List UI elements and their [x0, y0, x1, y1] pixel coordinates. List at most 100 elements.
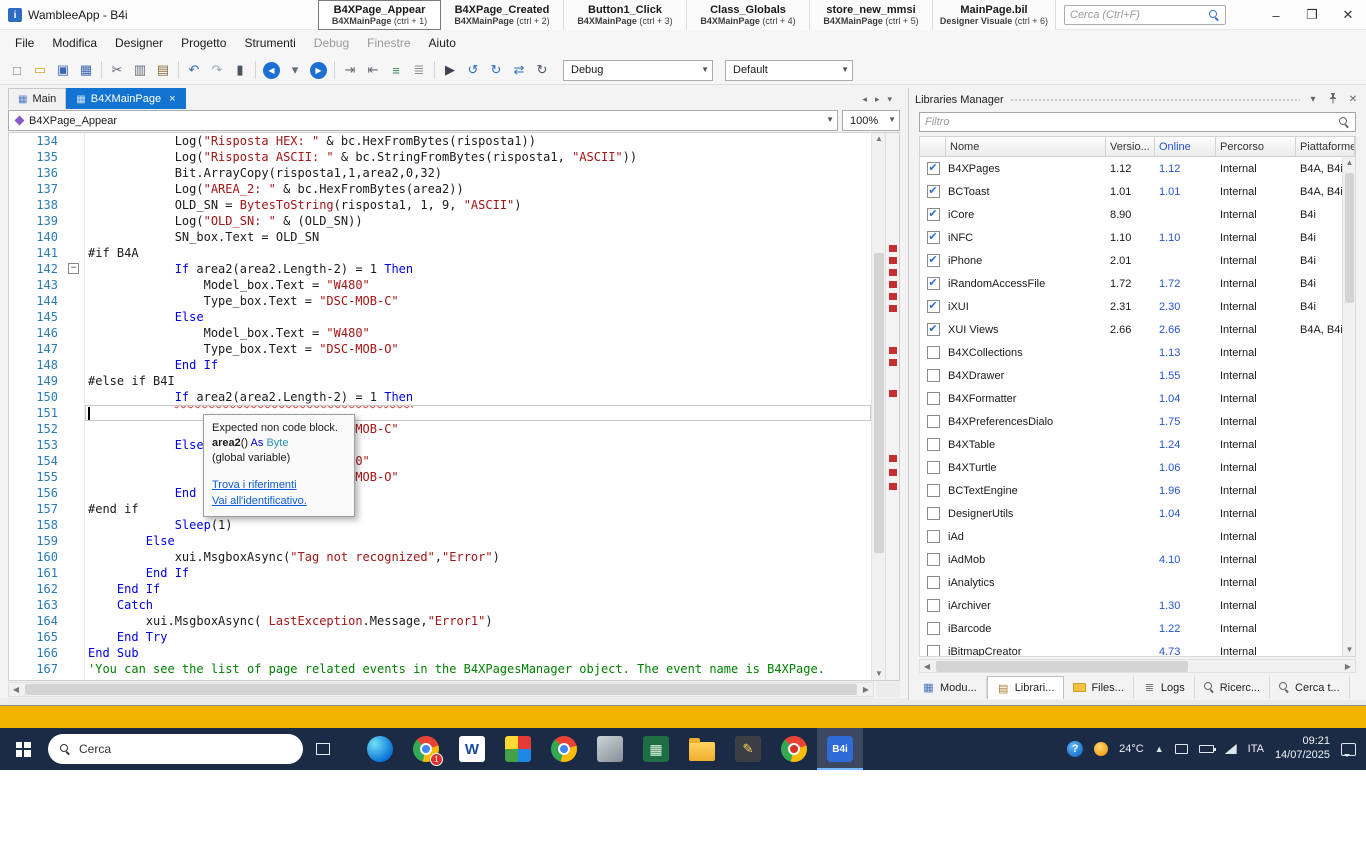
- library-row[interactable]: ✔iXUI2.312.30InternalB4i: [920, 295, 1355, 318]
- module-tab-main[interactable]: ▦Main: [8, 88, 66, 109]
- code-line-149[interactable]: 149#else if B4I: [9, 373, 871, 389]
- chrome-icon[interactable]: [541, 728, 587, 770]
- chevron-up-icon[interactable]: ▲: [1155, 744, 1164, 754]
- library-checkbox[interactable]: [927, 461, 940, 474]
- weather-icon[interactable]: [1094, 742, 1108, 756]
- doc-tab-0[interactable]: B4XPage_AppearB4XMainPage (ctrl + 1): [318, 0, 441, 30]
- library-checkbox[interactable]: [927, 369, 940, 382]
- error-marker[interactable]: [889, 305, 897, 312]
- go-to-identifier-link[interactable]: Vai all'identificativo.: [212, 494, 346, 509]
- scroll-up-icon[interactable]: ▲: [1343, 157, 1356, 169]
- code-line-165[interactable]: 165 End Try: [9, 629, 871, 645]
- library-checkbox[interactable]: [927, 346, 940, 359]
- code-line-147[interactable]: 147 Type_box.Text = "DSC-MOB-O": [9, 341, 871, 357]
- code-line-168[interactable]: 168: [9, 677, 871, 680]
- file-explorer-icon[interactable]: [679, 728, 725, 770]
- close-panel-icon[interactable]: ✕: [1346, 94, 1360, 105]
- scroll-left-icon[interactable]: ◀: [9, 685, 23, 694]
- display-icon[interactable]: [1175, 744, 1188, 754]
- error-marker[interactable]: [889, 347, 897, 354]
- library-row[interactable]: ✔XUI Views2.662.66InternalB4A, B4i, B4: [920, 318, 1355, 341]
- rebuild-icon[interactable]: ↺: [462, 59, 484, 81]
- open-icon[interactable]: ▭: [29, 59, 51, 81]
- error-marker[interactable]: [889, 469, 897, 476]
- back-menu-icon[interactable]: ▾: [284, 59, 306, 81]
- undo-icon[interactable]: ↶: [183, 59, 205, 81]
- code-line-158[interactable]: 158 Sleep(1): [9, 517, 871, 533]
- code-line-161[interactable]: 161 End If: [9, 565, 871, 581]
- task-view-button[interactable]: [303, 728, 343, 770]
- column-header-nome[interactable]: Nome: [946, 137, 1106, 156]
- code-line-140[interactable]: 140 SN_box.Text = OLD_SN: [9, 229, 871, 245]
- error-marker[interactable]: [889, 390, 897, 397]
- tab-list-icon[interactable]: ▾: [887, 94, 892, 105]
- library-checkbox[interactable]: ✔: [927, 231, 940, 244]
- language-indicator[interactable]: ITA: [1248, 743, 1264, 755]
- comment-icon[interactable]: ≡: [385, 59, 407, 81]
- library-row[interactable]: iAdInternal: [920, 525, 1355, 548]
- library-row[interactable]: iBarcode1.22Internal: [920, 617, 1355, 640]
- build-mode-select[interactable]: Debug ▼: [563, 60, 713, 81]
- library-row[interactable]: B4XTable1.24Internal: [920, 433, 1355, 456]
- close-tab-icon[interactable]: ×: [169, 93, 175, 105]
- chrome-profile-icon[interactable]: [771, 728, 817, 770]
- library-checkbox[interactable]: [927, 622, 940, 635]
- column-header-online[interactable]: Online: [1155, 137, 1216, 156]
- library-row[interactable]: DesignerUtils1.04Internal: [920, 502, 1355, 525]
- cut-icon[interactable]: ✂: [106, 59, 128, 81]
- library-row[interactable]: iAnalyticsInternal: [920, 571, 1355, 594]
- code-line-141[interactable]: 141#if B4A: [9, 245, 871, 261]
- dark-editor-app-icon[interactable]: [725, 728, 771, 770]
- code-line-163[interactable]: 163 Catch: [9, 597, 871, 613]
- help-icon[interactable]: ?: [1067, 741, 1083, 757]
- doc-tab-4[interactable]: store_new_mmsiB4XMainPage (ctrl + 5): [810, 0, 933, 30]
- error-marker[interactable]: [889, 257, 897, 264]
- error-marker[interactable]: [889, 269, 897, 276]
- code-line-148[interactable]: 148 End If: [9, 357, 871, 373]
- error-marker[interactable]: [889, 455, 897, 462]
- library-row[interactable]: ✔iNFC1.101.10InternalB4i: [920, 226, 1355, 249]
- code-line-145[interactable]: 145 Else: [9, 309, 871, 325]
- library-filter-box[interactable]: Filtro: [919, 112, 1356, 132]
- library-row[interactable]: B4XCollections1.13Internal: [920, 341, 1355, 364]
- blocks-app-icon[interactable]: [495, 728, 541, 770]
- panel-tab-files[interactable]: Files...: [1064, 676, 1133, 699]
- library-checkbox[interactable]: ✔: [927, 300, 940, 313]
- error-marker[interactable]: [889, 281, 897, 288]
- scrollbar-thumb[interactable]: [874, 253, 884, 553]
- scroll-up-icon[interactable]: ▲: [872, 133, 886, 145]
- chrome-downloads-icon[interactable]: 1: [403, 728, 449, 770]
- excel-icon[interactable]: [633, 728, 679, 770]
- code-editor[interactable]: 134 Log("Risposta HEX: " & bc.HexFromByt…: [8, 132, 900, 681]
- panel-horizontal-scrollbar[interactable]: ◀ ▶: [919, 659, 1356, 673]
- cube-app-icon[interactable]: [587, 728, 633, 770]
- panel-tab-librari[interactable]: Librari...: [987, 676, 1065, 699]
- fold-marker[interactable]: −: [65, 261, 85, 277]
- refresh-icon[interactable]: ↻: [531, 59, 553, 81]
- menu-aiuto[interactable]: Aiuto: [420, 32, 465, 54]
- library-checkbox[interactable]: [927, 438, 940, 451]
- build-config-select[interactable]: Default ▼: [725, 60, 853, 81]
- scroll-right-icon[interactable]: ▶: [859, 685, 873, 694]
- panel-tab-cercat[interactable]: Cerca t...: [1270, 676, 1350, 699]
- code-line-136[interactable]: 136 Bit.ArrayCopy(risposta1,1,area2,0,32…: [9, 165, 871, 181]
- library-row[interactable]: iArchiver1.30Internal: [920, 594, 1355, 617]
- save-icon[interactable]: ▣: [52, 59, 74, 81]
- library-checkbox[interactable]: [927, 507, 940, 520]
- menu-strumenti[interactable]: Strumenti: [235, 32, 304, 54]
- scroll-down-icon[interactable]: ▼: [872, 668, 886, 680]
- bookmark-icon[interactable]: ▮: [229, 59, 251, 81]
- code-line-155[interactable]: 155 Type_box.Text = "DSC-MOB-O": [9, 469, 871, 485]
- panel-tab-ricerc[interactable]: Ricerc...: [1195, 676, 1270, 699]
- library-checkbox[interactable]: [927, 553, 940, 566]
- menu-modifica[interactable]: Modifica: [43, 32, 106, 54]
- library-checkbox[interactable]: [927, 484, 940, 497]
- quick-restart-icon[interactable]: ↻: [485, 59, 507, 81]
- new-icon[interactable]: □: [6, 59, 28, 81]
- menu-file[interactable]: File: [6, 32, 43, 54]
- menu-finestre[interactable]: Finestre: [358, 32, 419, 54]
- code-line-159[interactable]: 159 Else: [9, 533, 871, 549]
- column-header-piattaforme[interactable]: Piattaforme: [1296, 137, 1355, 156]
- code-line-143[interactable]: 143 Model_box.Text = "W480": [9, 277, 871, 293]
- scroll-tabs-right-icon[interactable]: ▸: [875, 94, 880, 105]
